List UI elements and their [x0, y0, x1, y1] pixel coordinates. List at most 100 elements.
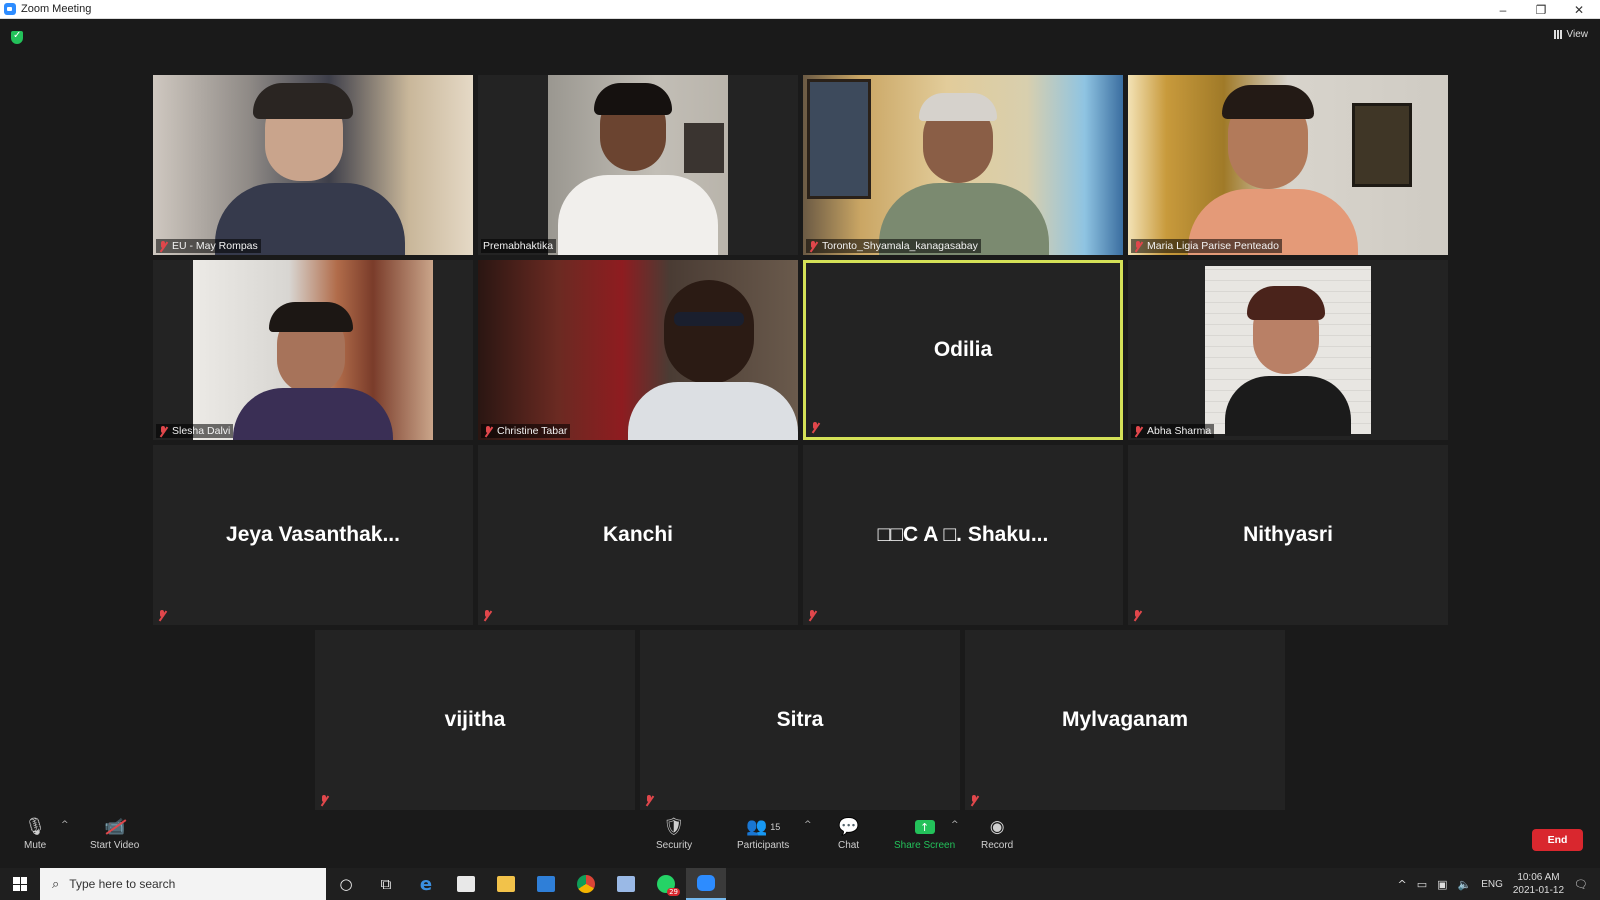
record-button[interactable]: ◉ Record — [981, 816, 1013, 851]
start-video-label: Start Video — [90, 840, 140, 851]
participant-label: Premabhaktika — [481, 239, 557, 253]
shield-check-icon[interactable] — [11, 30, 23, 44]
mic-muted-icon — [157, 610, 168, 621]
participant-tile[interactable]: Maria Ligia Parise Penteado — [1128, 75, 1448, 255]
windows-taskbar: ⌕ Type here to search ○ ⧉ e 29 ^ ▭ ▣ 🔈 E… — [0, 868, 1600, 900]
chat-button[interactable]: 💬 Chat — [838, 816, 859, 851]
participant-name: Abha Sharma — [1147, 425, 1212, 437]
task-view-icon[interactable]: ⧉ — [366, 868, 406, 900]
participant-name: EU - May Rompas — [172, 240, 258, 252]
mic-muted-icon — [810, 422, 821, 433]
participant-tile[interactable]: Jeya Vasanthak... — [153, 445, 473, 625]
participant-video — [1128, 75, 1448, 255]
participant-headphones — [269, 302, 353, 332]
restore-button[interactable]: ❐ — [1522, 0, 1560, 19]
participant-tile[interactable]: Sitra — [640, 630, 960, 810]
whatsapp-badge: 29 — [667, 888, 680, 896]
mic-muted-icon — [1133, 240, 1144, 252]
mute-label: Mute — [24, 840, 47, 851]
participant-name: vijitha — [444, 708, 506, 731]
people-icon: 👥 15 — [746, 817, 781, 837]
participant-video — [193, 260, 433, 440]
participant-tile-active-speaker[interactable]: Odilia — [803, 260, 1123, 440]
mute-button[interactable]: 🎙 Mute — [24, 816, 46, 851]
mic-muted-icon — [483, 425, 494, 437]
language-indicator[interactable]: ENG — [1481, 879, 1503, 890]
participant-label: Abha Sharma — [1131, 424, 1215, 438]
participant-name: □□C A □. Shaku... — [877, 523, 1049, 546]
participant-tile[interactable]: Abha Sharma — [1128, 260, 1448, 440]
record-icon: ◉ — [989, 817, 1005, 837]
window-title: Zoom Meeting — [21, 3, 92, 15]
notepad-icon[interactable] — [606, 868, 646, 900]
participants-count: 15 — [770, 822, 781, 832]
share-screen-icon: ↑ — [914, 816, 935, 838]
wall-picture — [1352, 103, 1412, 187]
system-tray: ^ ▭ ▣ 🔈 ENG 10:06 AM 2021-01-12 🗨 — [1397, 868, 1600, 900]
grid-icon — [1553, 30, 1563, 39]
participant-tile[interactable]: Toronto_Shyamala_kanagasabay — [803, 75, 1123, 255]
volume-icon[interactable]: 🔈 — [1458, 878, 1472, 891]
participants-button[interactable]: 👥 15 Participants — [737, 816, 789, 851]
security-button[interactable]: 🛡 Security — [656, 816, 692, 851]
participant-tile[interactable]: Kanchi — [478, 445, 798, 625]
network-icon[interactable]: ▣ — [1437, 878, 1447, 891]
chat-bubble-icon: 💬 — [838, 817, 860, 837]
participant-tile[interactable]: Slesha Dalvi — [153, 260, 473, 440]
view-button[interactable]: View — [1553, 29, 1588, 40]
minimize-button[interactable]: – — [1484, 0, 1522, 19]
mail-icon[interactable] — [526, 868, 566, 900]
participants-label: Participants — [737, 840, 790, 851]
audio-options-caret-icon[interactable]: ^ — [61, 820, 69, 830]
participant-tile[interactable]: Premabhaktika — [478, 75, 798, 255]
zoom-app-icon — [4, 3, 16, 15]
security-label: Security — [656, 840, 693, 851]
battery-icon[interactable]: ▭ — [1417, 878, 1427, 891]
zoom-taskbar-icon[interactable] — [686, 868, 726, 900]
mic-muted-icon — [969, 795, 980, 806]
participant-name: Jeya Vasanthak... — [226, 523, 400, 546]
participant-video — [803, 75, 1123, 255]
participant-name: Maria Ligia Parise Penteado — [1147, 240, 1279, 252]
chat-label: Chat — [838, 840, 860, 851]
participant-video — [153, 75, 473, 255]
notifications-icon[interactable]: 🗨 — [1574, 878, 1588, 891]
mic-muted-icon — [1132, 610, 1143, 621]
close-button[interactable]: ✕ — [1560, 0, 1598, 19]
video-off-icon: 📹 — [104, 816, 127, 838]
search-placeholder: Type here to search — [69, 877, 176, 891]
participants-options-caret-icon[interactable]: ^ — [804, 820, 812, 830]
whatsapp-icon[interactable]: 29 — [646, 868, 686, 900]
participant-tile[interactable]: Christine Tabar — [478, 260, 798, 440]
cortana-icon[interactable]: ○ — [326, 868, 366, 900]
clock[interactable]: 10:06 AM 2021-01-12 — [1513, 871, 1564, 897]
participant-tile[interactable]: Nithyasri — [1128, 445, 1448, 625]
start-button[interactable] — [0, 868, 40, 900]
chrome-icon[interactable] — [566, 868, 606, 900]
mic-muted-icon — [158, 425, 169, 437]
participant-tile[interactable]: □□C A □. Shaku... — [803, 445, 1123, 625]
wall-picture — [807, 79, 871, 199]
record-label: Record — [981, 840, 1014, 851]
participant-hair — [253, 83, 353, 119]
participant-hair — [1222, 85, 1314, 119]
edge-browser-icon[interactable]: e — [406, 868, 446, 900]
mic-muted-icon — [1133, 425, 1144, 437]
start-video-button[interactable]: 📹 Start Video — [90, 816, 139, 851]
participant-video — [478, 260, 798, 440]
file-explorer-icon[interactable] — [486, 868, 526, 900]
chevron-up-icon[interactable]: ^ — [1397, 878, 1406, 891]
store-icon[interactable] — [446, 868, 486, 900]
participant-tile[interactable]: Mylvaganam — [965, 630, 1285, 810]
share-options-caret-icon[interactable]: ^ — [951, 820, 959, 830]
participant-face — [664, 280, 754, 384]
end-meeting-button[interactable]: End — [1532, 829, 1583, 851]
share-screen-button[interactable]: ↑ Share Screen — [894, 816, 955, 851]
participant-tile[interactable]: EU - May Rompas — [153, 75, 473, 255]
participant-shirt — [233, 388, 393, 440]
participant-glasses — [674, 312, 744, 326]
participant-tile[interactable]: vijitha — [315, 630, 635, 810]
microphone-icon: 🎙 — [24, 817, 46, 837]
window-controls: – ❐ ✕ — [1484, 0, 1598, 19]
taskbar-search-box[interactable]: ⌕ Type here to search — [40, 868, 326, 900]
